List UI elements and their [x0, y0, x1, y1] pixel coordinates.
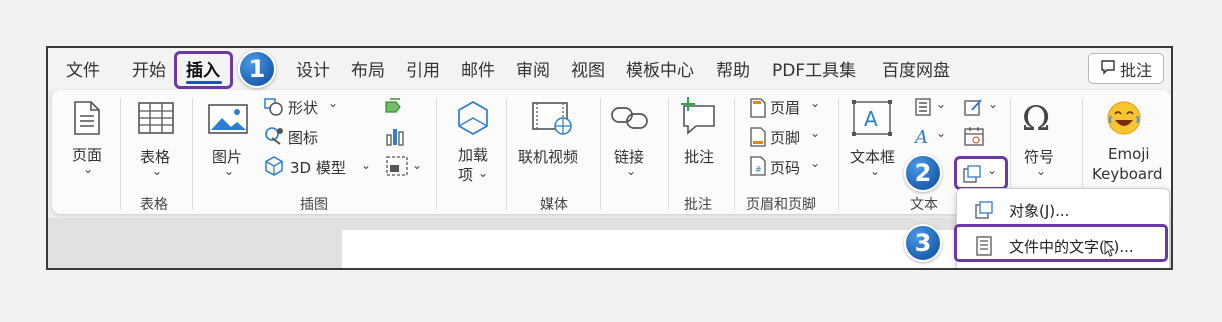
link-icon: [611, 107, 648, 129]
tab-help[interactable]: 帮助: [716, 56, 750, 81]
header-label: 页眉: [770, 99, 801, 117]
group-label-illustrations: 插图: [300, 197, 328, 213]
word-window: 文件 开始 插入 设计 布局 引用 邮件 审阅 视图 模板中心 帮助 PDF工具…: [46, 46, 1173, 270]
tab-pdf-tools[interactable]: PDF工具集: [772, 56, 856, 81]
icons-icon: [265, 127, 283, 145]
table-chevron: ⌄: [152, 164, 163, 178]
smartart-icon[interactable]: [384, 98, 404, 116]
insert-comment-label: 批注: [684, 148, 715, 166]
step-badge-3: 3: [904, 224, 942, 262]
comment-insert-icon: [681, 97, 715, 135]
group-label-comments: 批注: [684, 197, 712, 213]
tab-design[interactable]: 设计: [296, 56, 330, 81]
signature-line-chevron[interactable]: ⌄: [988, 97, 998, 111]
emoji-label-2: Keyboard: [1092, 165, 1163, 183]
icons-label: 图标: [288, 129, 319, 147]
emoji-label-1: Emoji: [1108, 145, 1150, 163]
textbox-icon: A: [852, 100, 892, 136]
step-badge-1: 1: [238, 50, 276, 88]
menu-item-object[interactable]: 对象(J)...: [957, 193, 1169, 227]
page-number-label: 页码: [770, 159, 801, 177]
separator: [506, 98, 507, 210]
separator: [600, 98, 601, 210]
tab-home[interactable]: 开始: [132, 56, 166, 81]
wordart-chevron[interactable]: ⌄: [936, 126, 946, 140]
insert-tab-highlight: [174, 51, 233, 89]
quick-parts-chevron[interactable]: ⌄: [936, 97, 946, 111]
page-icon: [74, 101, 100, 135]
picture-icon: [208, 104, 248, 134]
quick-parts-icon[interactable]: [914, 98, 932, 116]
cursor-icon: [1104, 240, 1116, 257]
3d-model-label: 3D 模型: [290, 159, 346, 177]
shapes-label: 形状: [288, 99, 319, 117]
tab-baidu-netdisk[interactable]: 百度网盘: [882, 56, 950, 81]
tab-template-center[interactable]: 模板中心: [626, 56, 694, 81]
online-video-label: 联机视频: [518, 148, 579, 166]
tab-layout[interactable]: 布局: [351, 56, 385, 81]
shapes-icon: [264, 98, 283, 116]
shapes-chevron: ⌄: [328, 96, 339, 110]
online-video-icon: [532, 102, 572, 135]
object-icon: [967, 201, 1001, 219]
wordart-icon[interactable]: A: [914, 127, 934, 145]
3d-model-icon: [265, 156, 283, 176]
date-time-icon[interactable]: [964, 126, 984, 146]
comments-button-label: 批注: [1119, 60, 1152, 80]
addins-chevron: ⌄: [478, 166, 489, 180]
textbox-chevron: ⌄: [870, 164, 881, 178]
page-number-icon: #: [750, 156, 766, 176]
tab-view[interactable]: 视图: [571, 56, 605, 81]
text-from-file-highlight: [954, 224, 1168, 262]
group-label-text: 文本: [910, 197, 938, 213]
addins-label-1: 加载: [458, 146, 489, 164]
svg-text:Ω: Ω: [1022, 100, 1050, 134]
link-chevron: ⌄: [626, 164, 637, 178]
group-label-table: 表格: [140, 197, 168, 213]
comments-button[interactable]: 批注: [1088, 53, 1164, 84]
footer-chevron: ⌄: [810, 126, 821, 140]
addins-label-2: 项: [458, 166, 474, 184]
group-label-media: 媒体: [540, 197, 568, 213]
addins-icon: [458, 101, 488, 135]
omega-icon: Ω: [1022, 100, 1050, 134]
object-icon: [963, 165, 981, 183]
screenshot-chevron[interactable]: ⌄: [412, 158, 422, 172]
header-icon: [750, 98, 766, 118]
separator: [120, 98, 121, 210]
3d-model-chevron: ⌄: [361, 158, 372, 172]
separator: [734, 98, 735, 210]
object-button-highlight[interactable]: ⌄: [954, 156, 1008, 190]
tab-review[interactable]: 审阅: [516, 56, 550, 81]
separator: [668, 98, 669, 210]
tab-references[interactable]: 引用: [406, 56, 440, 81]
picture-chevron: ⌄: [224, 164, 235, 178]
ribbon-tab-bar: 文件 开始 插入 设计 布局 引用 邮件 审阅 视图 模板中心 帮助 PDF工具…: [48, 48, 1171, 90]
table-icon: [138, 102, 174, 134]
menu-item-object-label: 对象(J)...: [1009, 201, 1070, 220]
page-chevron: ⌄: [83, 162, 94, 176]
object-chevron: ⌄: [987, 163, 998, 177]
page-number-chevron: ⌄: [810, 156, 821, 170]
symbol-chevron: ⌄: [1036, 164, 1047, 178]
emoji-icon: [1107, 101, 1141, 135]
signature-line-icon[interactable]: [964, 98, 984, 116]
step-badge-2: 2: [904, 154, 942, 192]
svg-text:A: A: [864, 107, 878, 131]
group-label-header-footer: 页眉和页脚: [746, 197, 816, 213]
footer-label: 页脚: [770, 129, 801, 147]
footer-icon: [750, 127, 766, 147]
comment-icon: [1100, 59, 1116, 79]
svg-text:#: #: [755, 165, 762, 174]
header-chevron: ⌄: [810, 96, 821, 110]
separator: [192, 98, 193, 210]
tab-mailings[interactable]: 邮件: [461, 56, 495, 81]
tab-file[interactable]: 文件: [66, 56, 100, 81]
svg-text:A: A: [914, 127, 928, 145]
screenshot-icon[interactable]: [386, 156, 408, 176]
separator: [436, 98, 437, 210]
separator: [838, 98, 839, 210]
chart-icon[interactable]: [386, 126, 404, 146]
